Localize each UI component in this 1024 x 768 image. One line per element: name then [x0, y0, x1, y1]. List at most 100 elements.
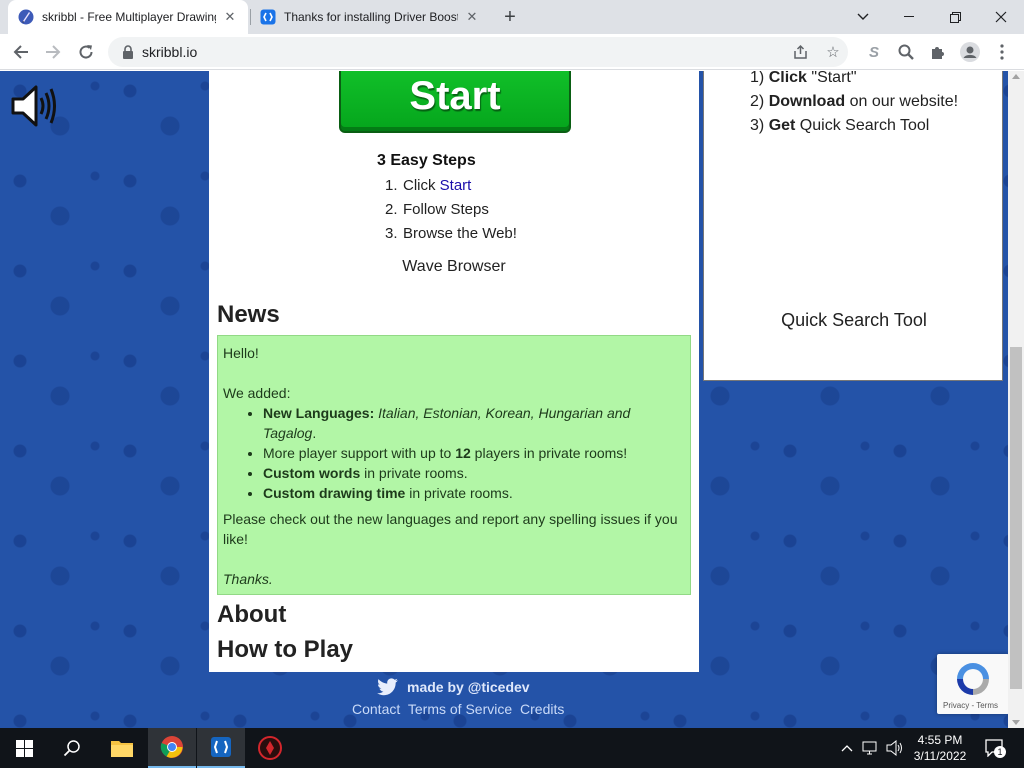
- news-body: Please check out the new languages and r…: [223, 511, 678, 547]
- tab-title: Thanks for installing Driver Booster: [284, 10, 458, 24]
- chevron-down-icon: [857, 13, 869, 20]
- profile-avatar-icon[interactable]: [956, 38, 984, 66]
- network-icon[interactable]: [862, 738, 880, 758]
- tab-title: skribbl - Free Multiplayer Drawing: [42, 10, 216, 24]
- page-scrollbar[interactable]: [1008, 71, 1024, 728]
- volume-icon[interactable]: [886, 738, 904, 758]
- extension-s-icon[interactable]: S: [860, 38, 888, 66]
- speaker-sound-icon[interactable]: [10, 83, 56, 129]
- address-bar[interactable]: skribbl.io ☆: [108, 37, 848, 67]
- step-item: 1. Click Start: [385, 177, 472, 194]
- browser-toolbar: skribbl.io ☆ S: [0, 34, 1024, 70]
- clock-date: 3/11/2022: [913, 749, 967, 763]
- news-added: We added:: [223, 385, 291, 401]
- chrome-icon: [160, 736, 183, 758]
- notification-count-badge: 1: [994, 746, 1006, 758]
- recaptcha-terms-link[interactable]: Terms: [976, 701, 998, 710]
- search-button[interactable]: [48, 728, 96, 768]
- news-item: Custom words in private rooms.: [263, 463, 685, 483]
- restore-icon: [949, 11, 961, 23]
- minimize-icon: [904, 16, 914, 17]
- tab-driver-booster[interactable]: Thanks for installing Driver Booster ✕: [250, 0, 490, 34]
- bookmark-star-icon[interactable]: ☆: [822, 41, 844, 63]
- arrow-right-icon: [46, 45, 61, 59]
- share-icon[interactable]: [790, 41, 812, 63]
- chrome-taskbar-button[interactable]: [148, 728, 196, 768]
- driver-booster-favicon-icon: [260, 9, 276, 25]
- scroll-up-arrow-icon[interactable]: [1012, 74, 1020, 79]
- contact-link[interactable]: Contact: [352, 701, 400, 717]
- news-box: Hello! We added: New Languages: Italian,…: [217, 335, 691, 595]
- driver-booster-app-icon: [211, 737, 231, 757]
- news-item: More player support with up to 12 player…: [263, 443, 685, 463]
- windows-logo-icon: [15, 739, 33, 757]
- scrollbar-thumb[interactable]: [1010, 347, 1022, 689]
- made-by-credit[interactable]: made by @ticedev: [377, 676, 530, 698]
- arrow-left-icon: [13, 45, 28, 59]
- forward-button[interactable]: [39, 38, 67, 66]
- tab-strip: skribbl - Free Multiplayer Drawing ✕ Tha…: [0, 0, 1024, 34]
- close-tab-icon[interactable]: ✕: [222, 9, 238, 25]
- terms-of-service-link[interactable]: Terms of Service: [408, 701, 512, 717]
- restore-button[interactable]: [932, 0, 978, 34]
- twitter-bird-icon: [377, 678, 398, 696]
- step-item: 3. Browse the Web!: [385, 225, 517, 242]
- about-heading[interactable]: About: [217, 601, 286, 629]
- credits-link[interactable]: Credits: [520, 701, 564, 717]
- close-window-button[interactable]: [978, 0, 1024, 34]
- back-button[interactable]: [7, 38, 35, 66]
- recaptcha-badge[interactable]: Privacy - Terms: [937, 654, 1008, 714]
- tab-skribbl[interactable]: skribbl - Free Multiplayer Drawing ✕: [8, 0, 248, 34]
- main-content-panel: Start 3 Easy Steps 1. Click Start 2. Follo…: [209, 71, 699, 672]
- recaptcha-privacy-link[interactable]: Privacy: [943, 701, 969, 710]
- shield-app-icon: [258, 736, 282, 760]
- file-explorer-button[interactable]: [98, 728, 146, 768]
- news-heading: News: [217, 301, 280, 328]
- extensions-puzzle-icon[interactable]: [924, 38, 952, 66]
- search-extension-icon[interactable]: [892, 38, 920, 66]
- close-tab-icon[interactable]: ✕: [464, 9, 480, 25]
- tab-search-button[interactable]: [840, 0, 886, 34]
- step-item: 2. Follow Steps: [385, 201, 489, 218]
- ad-step: 1) Click "Start": [750, 71, 857, 86]
- page-viewport: Start 3 Easy Steps 1. Click Start 2. Follo…: [0, 71, 1008, 728]
- ad-step: 2) Download on our website!: [750, 93, 959, 110]
- system-clock[interactable]: 4:55 PM 3/11/2022: [908, 732, 972, 764]
- start-button[interactable]: Start: [339, 71, 571, 133]
- folder-icon: [111, 741, 133, 757]
- news-item: New Languages: Italian, Estonian, Korean…: [263, 403, 685, 443]
- show-hidden-icons-chevron-icon[interactable]: [838, 738, 856, 758]
- ad-step: 3) Get Quick Search Tool: [750, 117, 930, 134]
- ad-steps: 1) Click "Start" 2) Download on our webs…: [750, 71, 958, 138]
- minimize-button[interactable]: [886, 0, 932, 34]
- windows-taskbar: 4:55 PM 3/11/2022 1: [0, 728, 1024, 768]
- recaptcha-logo-icon: [957, 663, 989, 695]
- lock-icon: [123, 45, 133, 59]
- antivirus-taskbar-button[interactable]: [246, 728, 294, 768]
- start-link[interactable]: Start: [440, 177, 472, 194]
- steps-list: 1. Click Start 2. Follow Steps 3. Browse th…: [385, 174, 517, 246]
- news-item: Custom drawing time in private rooms.: [263, 483, 685, 503]
- skribbl-favicon-icon: [18, 9, 34, 25]
- ad-caption[interactable]: Quick Search Tool: [704, 310, 1004, 331]
- search-icon: [63, 740, 80, 757]
- new-tab-button[interactable]: +: [498, 5, 522, 29]
- how-to-play-heading[interactable]: How to Play: [217, 636, 353, 664]
- reload-icon: [79, 45, 93, 59]
- start-menu-button[interactable]: [0, 728, 48, 768]
- recaptcha-links: Privacy - Terms: [943, 701, 998, 710]
- news-signoff: Thanks.: [223, 571, 273, 587]
- notification-center-icon[interactable]: 1: [983, 738, 1007, 758]
- news-greeting: Hello!: [223, 345, 259, 361]
- reload-button[interactable]: [72, 38, 100, 66]
- driver-booster-taskbar-button[interactable]: [197, 728, 245, 768]
- footer-links: Contact Terms of Service Credits: [352, 701, 568, 717]
- more-menu-icon[interactable]: [988, 38, 1016, 66]
- close-icon: [995, 11, 1007, 23]
- news-list: New Languages: Italian, Estonian, Korean…: [263, 403, 685, 503]
- ad-panel[interactable]: 1) Click "Start" 2) Download on our webs…: [703, 71, 1003, 381]
- scroll-down-arrow-icon[interactable]: [1012, 720, 1020, 725]
- clock-time: 4:55 PM: [917, 733, 963, 747]
- steps-title: 3 Easy Steps: [377, 152, 476, 169]
- made-by-text: made by @ticedev: [407, 679, 530, 695]
